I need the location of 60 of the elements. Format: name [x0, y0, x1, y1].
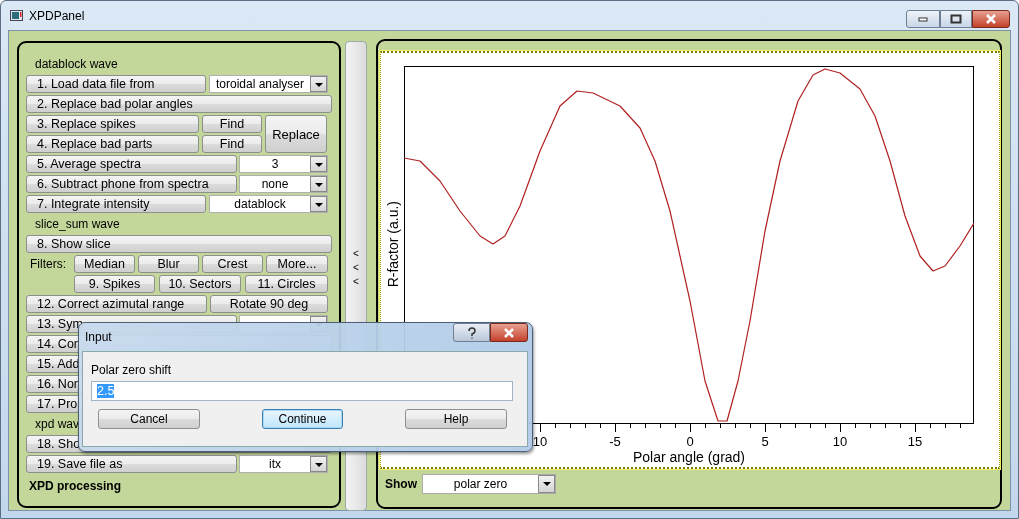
section-heading: slice_sum wave [34, 216, 120, 233]
collapse-arrow[interactable]: < [353, 262, 359, 274]
action-button[interactable]: 12. Correct azimutal range [26, 295, 207, 313]
action-button[interactable]: Replace [265, 115, 327, 153]
action-button[interactable]: 1. Load data file from [26, 75, 206, 93]
action-button[interactable]: More... [266, 255, 328, 273]
dropdown[interactable]: toroidal analyser [209, 75, 328, 93]
action-button[interactable]: 19. Save file as [26, 455, 237, 473]
tick-label: 5 [761, 434, 769, 449]
panel-title: XPD processing [28, 478, 123, 495]
collapse-arrow[interactable]: < [353, 276, 359, 288]
collapse-arrow[interactable]: < [353, 248, 359, 260]
action-button[interactable]: 5. Average spectra [26, 155, 237, 173]
action-button[interactable]: 7. Integrate intensity [26, 195, 206, 213]
minimize-icon [918, 16, 928, 22]
dialog-button[interactable]: Continue [262, 409, 343, 429]
show-label: Show [385, 477, 417, 491]
close-button[interactable] [972, 10, 1010, 28]
help-icon [466, 326, 477, 339]
dropdown[interactable]: itx [239, 455, 328, 473]
prompt-label: Polar zero shift [91, 362, 173, 378]
action-button[interactable]: Find [202, 115, 262, 133]
dropdown[interactable]: none [239, 175, 328, 193]
action-button[interactable]: 9. Spikes [74, 275, 155, 293]
filters-label: Filters: [29, 256, 67, 273]
window-title: XPDPanel [29, 8, 85, 23]
tick-label: -5 [609, 434, 621, 449]
help-button[interactable] [453, 323, 490, 342]
action-button[interactable]: 11. Circles [245, 275, 328, 293]
dropdown[interactable]: datablock [209, 195, 328, 213]
tick-label: 0 [686, 434, 694, 449]
action-button[interactable]: 2. Replace bad polar angles [26, 95, 333, 113]
tick-label: 15 [907, 434, 923, 449]
tick-label: 10 [832, 434, 848, 449]
action-button[interactable]: Crest [202, 255, 263, 273]
maximize-icon [950, 14, 962, 24]
dialog-title: Input [85, 330, 112, 344]
close-icon [503, 327, 515, 338]
action-button[interactable]: 4. Replace bad parts [26, 135, 199, 153]
action-button[interactable]: 6. Subtract phone from spectra [26, 175, 237, 193]
section-heading: xpd wav [34, 416, 80, 433]
action-button[interactable]: Find [202, 135, 262, 153]
axis-title: Polar angle (grad) [632, 449, 746, 465]
dropdown[interactable]: 3 [239, 155, 328, 173]
show-dropdown[interactable]: polar zero [422, 474, 556, 494]
action-button[interactable]: 10. Sectors [159, 275, 241, 293]
close-icon [985, 14, 997, 24]
section-heading: datablock wave [34, 56, 118, 73]
action-button[interactable]: Median [74, 255, 135, 273]
axis-title: R-factor (a.u.) [384, 201, 401, 288]
close-button[interactable] [490, 323, 528, 342]
action-button[interactable]: Blur [138, 255, 199, 273]
action-button[interactable]: 8. Show slice [26, 235, 333, 253]
action-button[interactable]: Rotate 90 deg [210, 295, 328, 313]
dialog-button[interactable]: Cancel [98, 409, 200, 429]
maximize-button[interactable] [940, 10, 972, 28]
minimize-button[interactable] [906, 10, 940, 28]
action-button[interactable]: 3. Replace spikes [26, 115, 199, 133]
dialog-button[interactable]: Help [405, 409, 507, 429]
app-icon [10, 10, 23, 21]
